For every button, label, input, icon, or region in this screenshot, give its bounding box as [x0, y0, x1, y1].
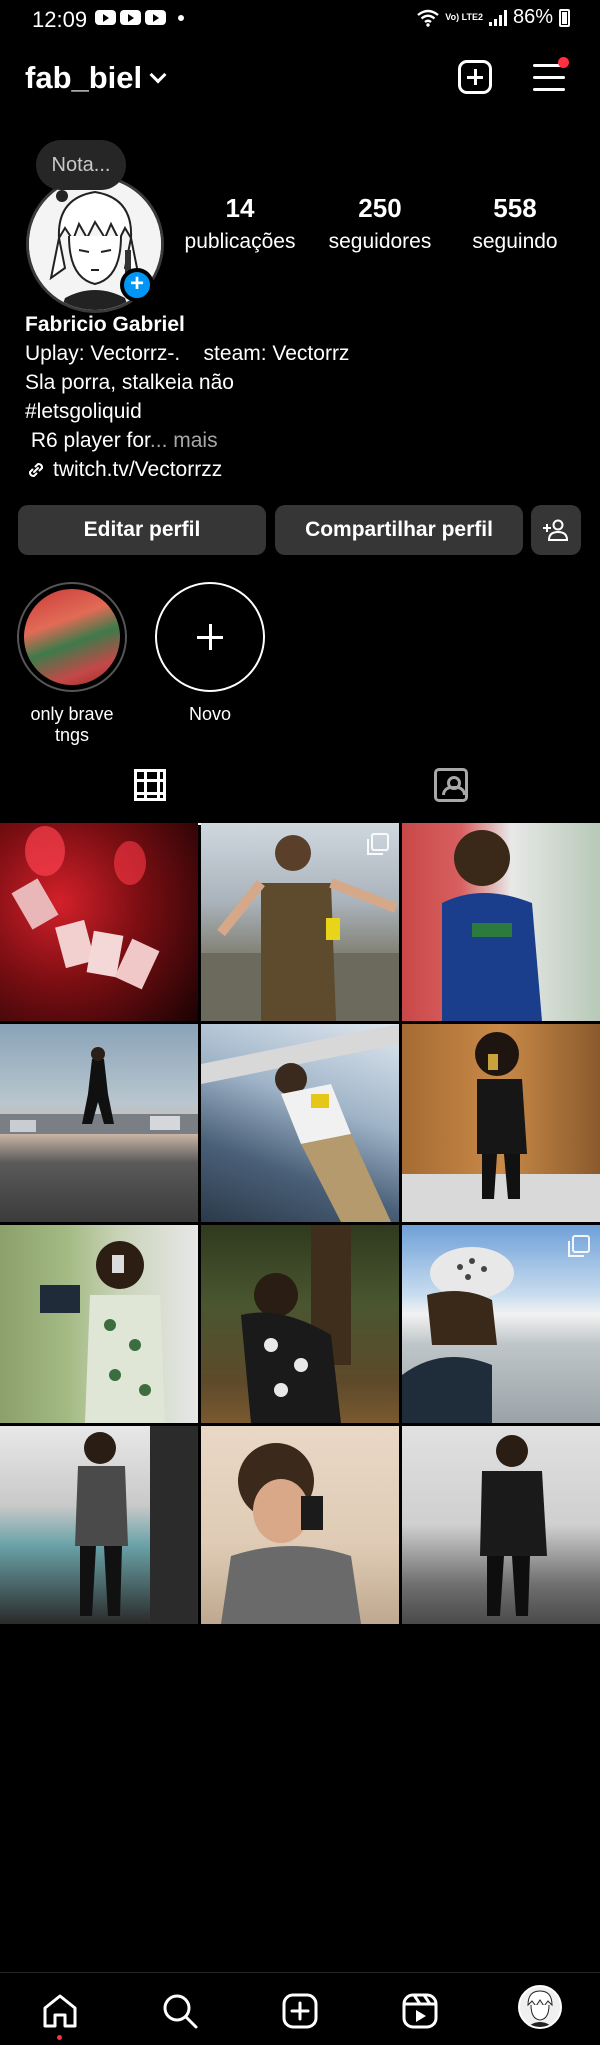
- tab-posts[interactable]: [0, 755, 300, 825]
- posts-grid: [0, 823, 600, 1624]
- post-thumbnail[interactable]: [402, 1225, 600, 1423]
- link-icon: [28, 462, 44, 477]
- post-image: [75, 1426, 198, 1624]
- highlight-cover: [24, 589, 120, 685]
- status-time: 12:09: [32, 7, 88, 32]
- create-icon[interactable]: [280, 1991, 320, 2031]
- post-image: [241, 1225, 351, 1423]
- home-notification-dot: [57, 2035, 62, 2040]
- post-thumbnail[interactable]: [402, 823, 600, 1021]
- add-story-button[interactable]: +: [120, 268, 154, 302]
- post-thumbnail[interactable]: [201, 1024, 399, 1222]
- signal-icon: [488, 9, 507, 26]
- highlight-label: Novo: [188, 704, 232, 724]
- search-icon[interactable]: [160, 1991, 200, 2031]
- tab-tagged[interactable]: [300, 755, 600, 825]
- youtube-icon: [120, 10, 141, 25]
- profile-tabs: [0, 755, 600, 825]
- post-image: [402, 1032, 600, 1222]
- post-image: [201, 1024, 399, 1222]
- profile-link[interactable]: twitch.tv/Vectorrzz: [25, 455, 585, 484]
- post-thumbnail[interactable]: [0, 1426, 198, 1624]
- account-switcher[interactable]: fab_biel: [25, 60, 167, 96]
- post-image: [40, 1241, 165, 1423]
- grid-icon: [134, 769, 166, 801]
- highlight-item[interactable]: only brave tngs: [12, 582, 132, 746]
- post-thumbnail[interactable]: [201, 1225, 399, 1423]
- more-notifications-dot: [178, 14, 184, 21]
- youtube-icon: [95, 10, 116, 25]
- highlight-label: only brave tngs: [30, 704, 114, 745]
- stat-posts[interactable]: 14 publicações: [180, 193, 300, 254]
- create-post-button[interactable]: [458, 60, 492, 94]
- avatar-illustration: [520, 1987, 560, 2027]
- profile-link-text: twitch.tv/Vectorrzz: [53, 458, 223, 481]
- tagged-icon: [434, 768, 468, 802]
- status-bar: 12:09 Vo) LTE2 86%: [0, 0, 600, 38]
- post-thumbnail[interactable]: [0, 1225, 198, 1423]
- battery-icon: [559, 8, 570, 27]
- edit-profile-button[interactable]: Editar perfil: [18, 505, 266, 555]
- profile-bio: Fabricio Gabriel Uplay: Vectorrz-. steam…: [25, 310, 585, 484]
- post-thumbnail[interactable]: [201, 1426, 399, 1624]
- profile-name: Fabricio Gabriel: [25, 313, 185, 336]
- post-thumbnail[interactable]: [0, 823, 198, 1021]
- stat-value: 250: [358, 193, 402, 223]
- profile-stats: 14 publicações 250 seguidores 558 seguin…: [180, 193, 580, 263]
- bio-text: R6 player for: [25, 429, 150, 452]
- new-highlight-button[interactable]: Novo: [150, 582, 270, 725]
- share-profile-button[interactable]: Compartilhar perfil: [275, 505, 523, 555]
- profile-header: fab_biel: [0, 50, 600, 110]
- note-bubble[interactable]: Nota...: [36, 140, 126, 190]
- stat-following[interactable]: 558 seguindo: [455, 193, 575, 254]
- post-image: [11, 826, 160, 990]
- stat-value: 558: [493, 193, 537, 223]
- stat-label: seguidores: [328, 230, 432, 253]
- carousel-icon: [367, 833, 389, 855]
- battery-percent: 86%: [512, 6, 553, 28]
- bottom-navigation: [0, 1972, 600, 2045]
- post-image: [0, 1047, 198, 1134]
- stat-label: seguindo: [472, 230, 558, 253]
- add-user-icon: [543, 519, 569, 541]
- reels-icon[interactable]: [400, 1991, 440, 2031]
- stat-value: 14: [225, 193, 255, 223]
- post-image: [442, 830, 542, 1021]
- chevron-down-icon: [149, 66, 167, 84]
- notification-icons: [95, 10, 184, 25]
- bio-truncated-line[interactable]: R6 player for... mais: [25, 426, 585, 455]
- bio-hashtag[interactable]: #letsgoliquid: [25, 397, 585, 426]
- menu-notification-dot: [558, 57, 569, 68]
- bio-line: Sla porra, stalkeia não: [25, 371, 234, 394]
- youtube-icon: [145, 10, 166, 25]
- post-thumbnail[interactable]: [201, 823, 399, 1021]
- discover-people-button[interactable]: [531, 505, 581, 555]
- post-thumbnail[interactable]: [402, 1024, 600, 1222]
- stat-followers[interactable]: 250 seguidores: [315, 193, 445, 254]
- profile-tab-avatar[interactable]: [518, 1985, 562, 2029]
- plus-icon: [155, 582, 265, 692]
- highlight-ring: [17, 582, 127, 692]
- carousel-icon: [568, 1235, 590, 1257]
- bio-more-link[interactable]: ... mais: [150, 429, 218, 452]
- post-image: [221, 1443, 361, 1624]
- volte-indicator: Vo) LTE2: [445, 12, 483, 22]
- username-label: fab_biel: [25, 60, 143, 95]
- bio-line: Uplay: Vectorrz-. steam: Vectorrz: [25, 342, 350, 365]
- note-bubble-tail: [56, 190, 68, 202]
- post-thumbnail[interactable]: [402, 1426, 600, 1624]
- stat-label: publicações: [184, 230, 296, 253]
- post-thumbnail[interactable]: [0, 1024, 198, 1222]
- home-icon[interactable]: [40, 1991, 80, 2031]
- status-right: Vo) LTE2 86%: [417, 6, 570, 29]
- wifi-icon: [417, 9, 440, 27]
- post-image: [480, 1435, 547, 1616]
